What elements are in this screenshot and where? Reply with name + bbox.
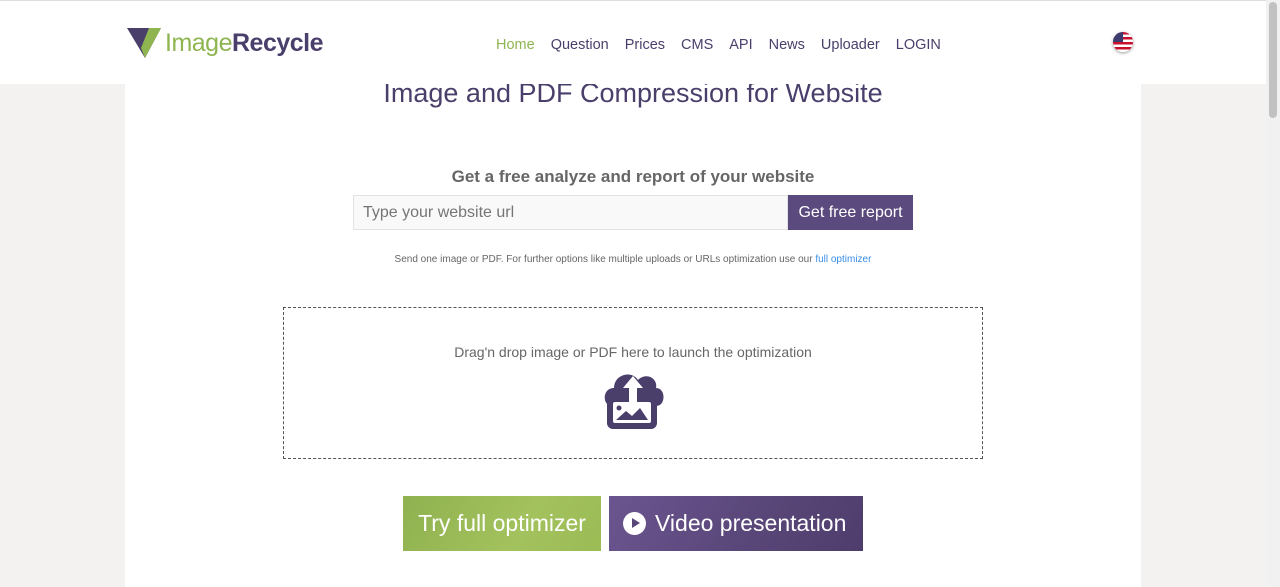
- logo-text-image: Image: [165, 28, 232, 57]
- report-heading: Get a free analyze and report of your we…: [451, 167, 815, 186]
- get-free-report-button[interactable]: Get free report: [788, 195, 913, 230]
- website-url-input[interactable]: [353, 195, 788, 230]
- cloud-upload-image-icon: [604, 374, 664, 429]
- logo-text-recycle: Recycle: [231, 28, 324, 57]
- dropzone-text: Drag'n drop image or PDF here to launch …: [454, 344, 812, 360]
- dropzone[interactable]: Drag'n drop image or PDF here to launch …: [283, 307, 983, 459]
- scrollbar-thumb[interactable]: [1269, 2, 1277, 118]
- video-button-label: Video presentation: [655, 510, 847, 536]
- nav-question[interactable]: Question: [551, 37, 609, 53]
- upload-note: Send one image or PDF. For further optio…: [0, 254, 1266, 265]
- nav-login[interactable]: LOGIN: [896, 37, 941, 53]
- play-icon: [623, 512, 646, 535]
- try-full-optimizer-button[interactable]: Try full optimizer: [403, 496, 601, 551]
- nav-news[interactable]: News: [769, 37, 805, 53]
- logo[interactable]: ImageRecycle: [127, 28, 324, 58]
- scrollbar[interactable]: [1266, 0, 1280, 587]
- note-text: Send one image or PDF. For further optio…: [394, 254, 813, 265]
- full-optimizer-link[interactable]: full optimizer: [815, 254, 871, 265]
- main-nav: Home Question Prices CMS API News Upload…: [496, 37, 941, 53]
- video-presentation-button[interactable]: Video presentation: [609, 496, 863, 551]
- nav-uploader[interactable]: Uploader: [821, 37, 880, 53]
- nav-api[interactable]: API: [729, 37, 752, 53]
- nav-prices[interactable]: Prices: [625, 37, 665, 53]
- us-flag-icon[interactable]: [1113, 32, 1133, 52]
- logo-icon: [127, 28, 161, 58]
- header: ImageRecycle Home Question Prices CMS AP…: [0, 0, 1266, 84]
- nav-home[interactable]: Home: [496, 37, 535, 53]
- nav-cms[interactable]: CMS: [681, 37, 713, 53]
